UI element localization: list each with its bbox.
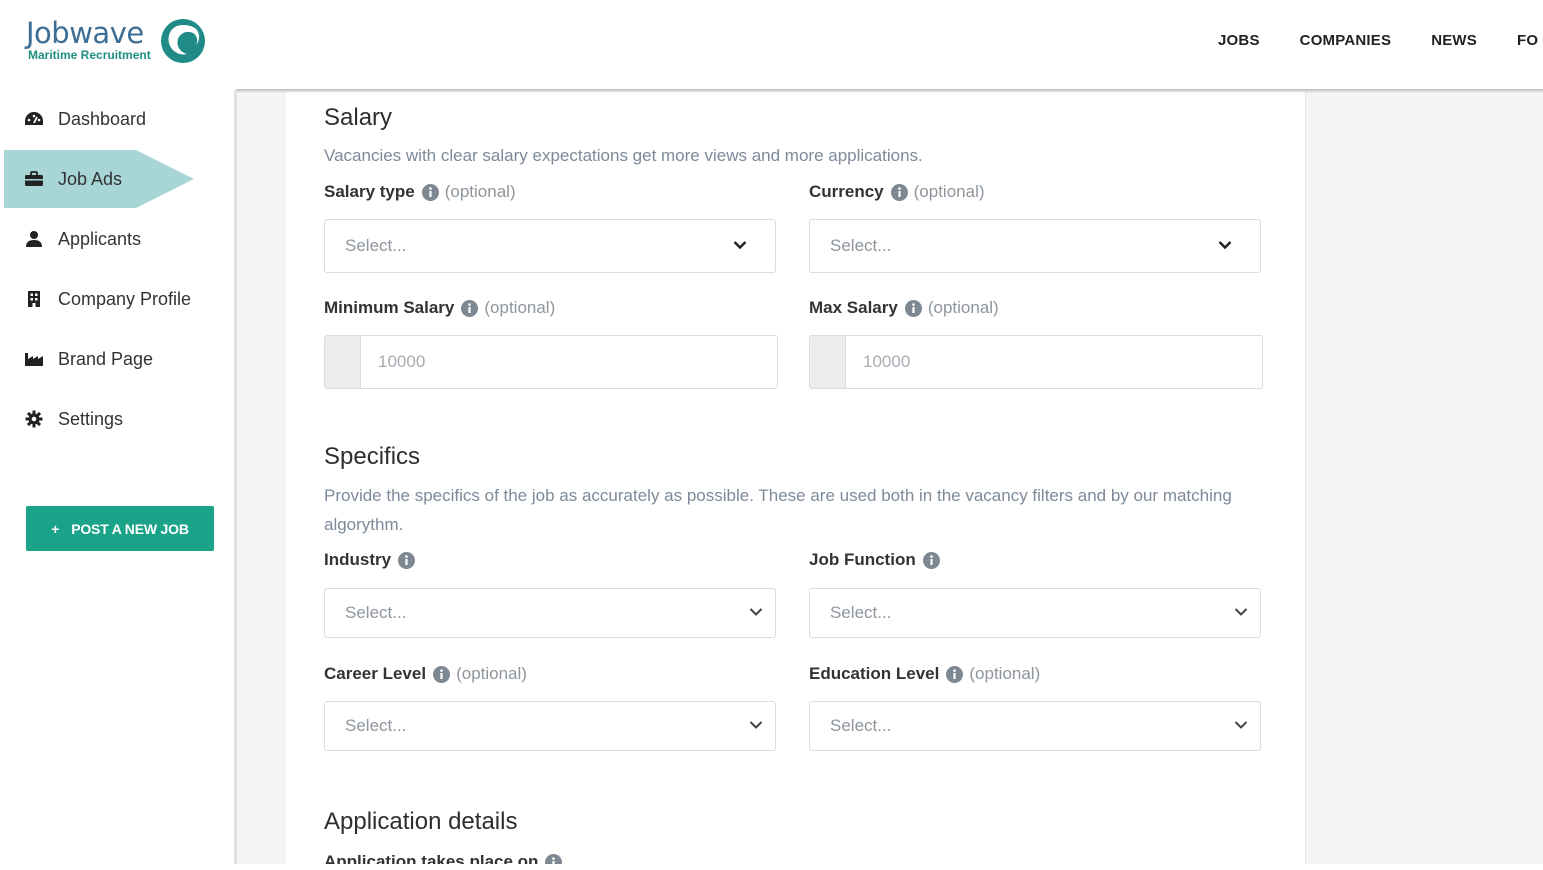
optional-tag: (optional) [927, 298, 999, 317]
wave-logo-icon [161, 19, 205, 63]
max-salary-input[interactable] [847, 336, 1257, 388]
minimum-salary-label: Minimum Salary (optional) [324, 298, 555, 318]
dashboard-icon [24, 109, 44, 129]
sidebar-item-label: Dashboard [58, 108, 147, 129]
max-salary-field [809, 335, 1263, 389]
select-placeholder: Select... [345, 603, 407, 622]
sidebar-item-applicants[interactable]: Applicants [4, 210, 194, 268]
info-icon[interactable] [421, 183, 439, 201]
sidebar-item-label: Settings [58, 408, 124, 429]
logo-tagline: Maritime Recruitment [28, 48, 151, 62]
minimum-salary-label-text: Minimum Salary [324, 298, 455, 317]
education-level-select[interactable]: Select... [809, 701, 1261, 751]
optional-tag: (optional) [444, 182, 516, 201]
building-icon [24, 289, 44, 309]
salary-description: Vacancies with clear salary expectations… [324, 146, 923, 165]
gear-icon [24, 409, 44, 429]
industry-label-text: Industry [324, 550, 392, 569]
select-placeholder: Select... [830, 236, 892, 255]
nav-more[interactable]: FO [1517, 32, 1538, 49]
specifics-description: Provide the specifics of the job as accu… [324, 486, 1232, 534]
sidebar-item-dashboard[interactable]: Dashboard [4, 90, 194, 148]
chevron-down-icon [1234, 608, 1248, 616]
plus-icon: + [51, 520, 60, 537]
chevron-down-icon [1234, 721, 1248, 729]
nav-news[interactable]: NEWS [1431, 32, 1477, 49]
currency-label: Currency (optional) [809, 182, 985, 202]
top-navigation: JOBS COMPANIES NEWS FO [1218, 32, 1538, 49]
factory-icon [24, 349, 44, 369]
info-icon[interactable] [922, 551, 940, 569]
salary-heading: Salary [324, 104, 393, 131]
currency-select[interactable]: Select... [809, 219, 1261, 273]
minimum-salary-input[interactable] [362, 336, 772, 388]
chevron-down-icon [733, 241, 747, 250]
post-new-job-label: POST A NEW JOB [71, 520, 189, 537]
optional-tag: (optional) [456, 664, 527, 683]
job-form-card: Salary Vacancies with clear salary expec… [286, 92, 1306, 864]
specifics-heading: Specifics [324, 443, 421, 470]
salary-type-label: Salary type (optional) [324, 182, 516, 202]
sidebar-item-label: Brand Page [58, 348, 154, 369]
select-placeholder: Select... [345, 716, 407, 735]
currency-label-text: Currency [809, 182, 884, 201]
top-bar: Jobwave Maritime Recruitment JOBS COMPAN… [0, 0, 1543, 90]
job-function-select[interactable]: Select... [809, 588, 1261, 638]
application-takes-place-label-text: Application takes place on [324, 852, 539, 864]
education-level-label-text: Education Level [809, 664, 940, 683]
info-icon[interactable] [904, 299, 922, 317]
sidebar-item-label: Company Profile [58, 288, 192, 309]
job-function-label-text: Job Function [809, 550, 916, 569]
optional-tag: (optional) [484, 298, 556, 317]
info-icon[interactable] [946, 665, 964, 683]
info-icon[interactable] [433, 665, 451, 683]
max-salary-label-text: Max Salary [809, 298, 898, 317]
optional-tag: (optional) [913, 182, 985, 201]
education-level-label: Education Level (optional) [809, 664, 1040, 684]
optional-tag: (optional) [969, 664, 1041, 683]
briefcase-icon [24, 169, 44, 189]
career-level-label-text: Career Level [324, 664, 427, 683]
currency-addon [325, 336, 361, 388]
select-placeholder: Select... [830, 603, 892, 622]
max-salary-label: Max Salary (optional) [809, 298, 999, 318]
nav-jobs[interactable]: JOBS [1218, 32, 1260, 49]
select-placeholder: Select... [830, 716, 892, 735]
select-placeholder: Select... [345, 236, 407, 255]
career-level-label: Career Level (optional) [324, 664, 527, 684]
sidebar-divider [234, 90, 237, 864]
chevron-down-icon [749, 608, 763, 616]
sidebar-item-company-profile[interactable]: Company Profile [4, 270, 194, 328]
post-new-job-button[interactable]: + POST A NEW JOB [26, 506, 214, 551]
sidebar-item-label: Job Ads [58, 168, 123, 189]
chevron-down-icon [1218, 241, 1232, 250]
sidebar-item-settings[interactable]: Settings [4, 390, 194, 448]
nav-companies[interactable]: COMPANIES [1300, 32, 1392, 49]
career-level-select[interactable]: Select... [324, 701, 776, 751]
info-icon[interactable] [545, 853, 563, 865]
info-icon[interactable] [890, 183, 908, 201]
industry-select[interactable]: Select... [324, 588, 776, 638]
salary-type-select[interactable]: Select... [324, 219, 776, 273]
application-takes-place-label: Application takes place on [324, 852, 563, 865]
job-function-label: Job Function [809, 550, 946, 570]
minimum-salary-field [324, 335, 778, 389]
sidebar-item-brand-page[interactable]: Brand Page [4, 330, 194, 388]
salary-type-label-text: Salary type [324, 182, 415, 201]
industry-label: Industry [324, 550, 421, 570]
user-icon [24, 229, 44, 249]
currency-addon [810, 336, 846, 388]
application-details-heading: Application details [324, 808, 518, 835]
info-icon[interactable] [398, 551, 416, 569]
info-icon[interactable] [461, 299, 479, 317]
logo-wordmark: Jobwave [26, 16, 144, 50]
sidebar: Dashboard Job Ads Applicants Company Pro… [0, 90, 236, 870]
logo[interactable]: Jobwave Maritime Recruitment [26, 16, 206, 68]
sidebar-item-job-ads[interactable]: Job Ads [4, 150, 194, 208]
sidebar-item-label: Applicants [58, 228, 142, 249]
chevron-down-icon [749, 721, 763, 729]
